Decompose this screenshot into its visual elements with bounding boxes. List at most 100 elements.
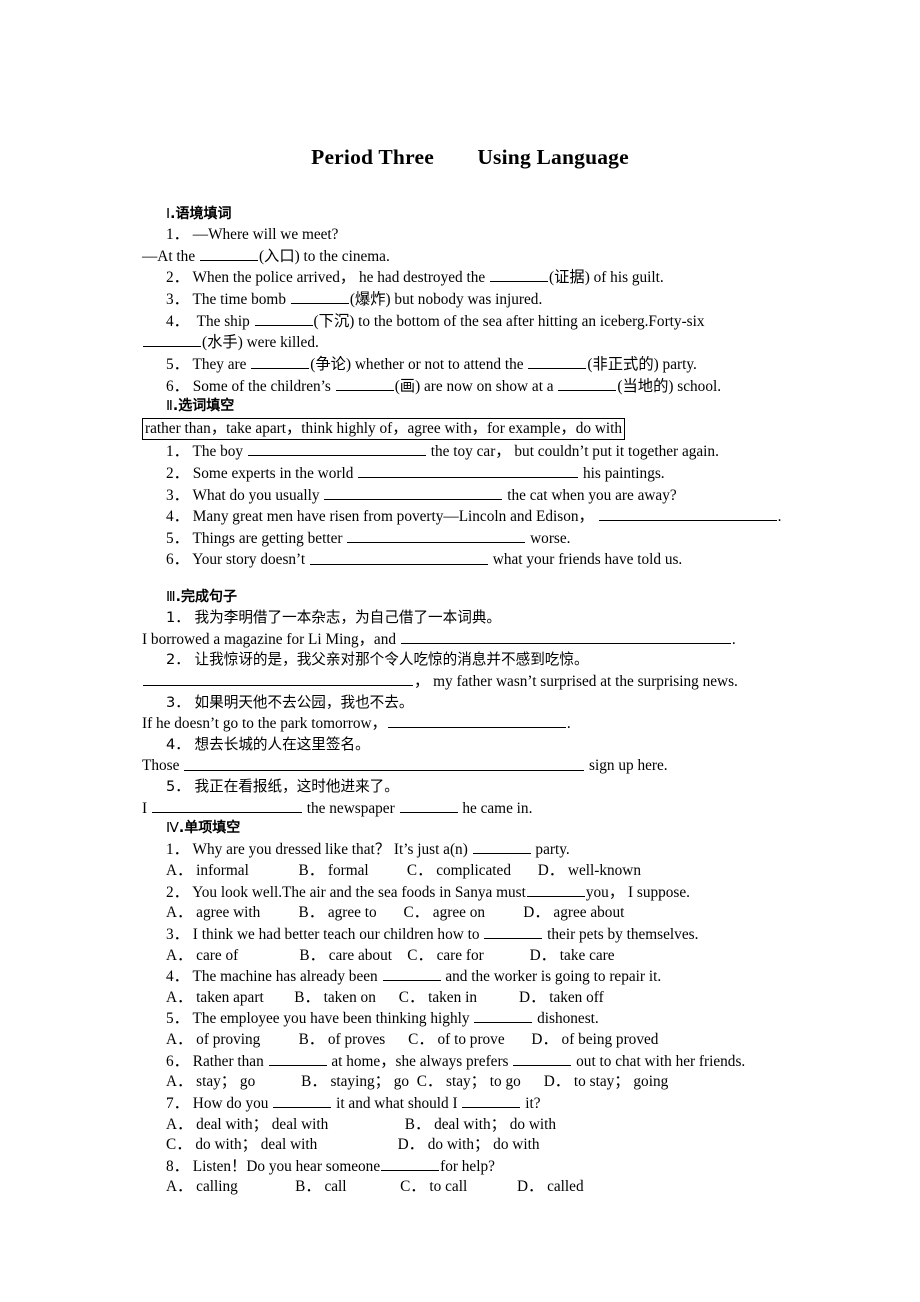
item-text: I think we had better teach our children…: [192, 925, 484, 943]
item-text: You look well.The air and the sea foods …: [192, 883, 526, 901]
item-number: 3．: [166, 925, 189, 943]
option-row[interactable]: A． deal with； deal with B． deal with； do…: [142, 1115, 798, 1136]
item-number: 1．: [166, 841, 189, 859]
option-row[interactable]: A． calling B． call C． to call D． called: [142, 1177, 798, 1198]
answer-blank[interactable]: [382, 966, 441, 982]
option-row[interactable]: A． informal B． formal C． complicated D． …: [142, 861, 798, 882]
item-continuation: (水手) were killed.: [142, 332, 798, 354]
item-text: Things are getting better: [192, 529, 347, 547]
item-text: They are: [192, 355, 251, 373]
item-text: —At the: [142, 247, 199, 265]
item-text: ， my father wasn’t surprised at the surp…: [414, 673, 738, 691]
answer-blank[interactable]: [347, 528, 526, 543]
question-item: 2． When the police arrived， he had destr…: [142, 267, 798, 289]
answer-blank[interactable]: [247, 441, 426, 457]
answer-blank[interactable]: [472, 839, 531, 855]
answer-blank[interactable]: [324, 485, 503, 500]
item-number: 2．: [166, 464, 189, 482]
section-2-numeral: Ⅱ: [166, 399, 173, 415]
item-number: 2．: [166, 269, 189, 287]
item-text: .: [731, 630, 736, 648]
item-number: 1．: [166, 226, 189, 243]
question-item: If he doesn’t go to the park tomorrow，.: [142, 713, 798, 735]
item-text: Some experts in the world: [192, 464, 358, 482]
answer-blank[interactable]: [290, 289, 349, 304]
question-item: 1． —Where will we meet?: [142, 225, 798, 246]
item-text: Some of the children’s: [192, 377, 335, 395]
section-2: Ⅱ.选词填空 rather than，take apart，think high…: [142, 397, 798, 571]
option-row[interactable]: A． stay； go B． staying； go C． stay； to g…: [142, 1072, 798, 1093]
answer-blank[interactable]: [462, 1093, 521, 1108]
question-item-chinese: 1． 我为李明借了一本杂志，为自己借了一本词典。: [142, 608, 798, 629]
item-text: out to chat with her friends.: [572, 1052, 746, 1070]
question-item: 4． Many great men have risen from povert…: [142, 506, 798, 528]
item-text: 我正在看报纸，这时他进来了。: [194, 778, 399, 796]
answer-blank[interactable]: [143, 332, 201, 348]
answer-blank[interactable]: [490, 267, 548, 283]
item-number: 5．: [166, 529, 189, 547]
answer-blank[interactable]: [598, 506, 777, 522]
section-4-heading: Ⅳ.单项填空: [142, 819, 798, 838]
answer-blank[interactable]: [199, 246, 258, 261]
option-row[interactable]: C． do with； deal with D． do with； do wit…: [142, 1135, 798, 1156]
item-text: at home，she always prefers: [327, 1052, 513, 1070]
item-text: sign up here.: [585, 757, 668, 775]
answer-blank[interactable]: [526, 882, 585, 897]
page-title: Period Three Using Language: [311, 145, 629, 169]
item-text: Listen！Do you hear someone: [192, 1157, 381, 1175]
item-number: 2．: [166, 883, 189, 901]
item-text: party.: [531, 841, 570, 859]
item-text: Many great men have risen from poverty—L…: [192, 508, 598, 526]
answer-blank[interactable]: [528, 354, 587, 369]
question-item: 2． You look well.The air and the sea foo…: [142, 882, 798, 904]
answer-blank[interactable]: [358, 463, 579, 478]
answer-blank[interactable]: [381, 1156, 440, 1171]
answer-blank[interactable]: [400, 629, 731, 644]
section-4: Ⅳ.单项填空 1． Why are you dressed like that？…: [142, 819, 798, 1198]
answer-blank[interactable]: [251, 354, 310, 369]
answer-blank[interactable]: [151, 798, 302, 813]
answer-blank[interactable]: [558, 376, 617, 391]
item-text: I: [142, 799, 151, 817]
question-item: 5． The employee you have been thinking h…: [142, 1008, 798, 1030]
section-1-title: .语境填词: [170, 206, 232, 222]
answer-blank[interactable]: [268, 1051, 327, 1066]
item-text: for help?: [440, 1157, 495, 1175]
answer-blank[interactable]: [309, 549, 488, 565]
item-text: The machine has already been: [192, 968, 382, 986]
answer-blank[interactable]: [273, 1093, 332, 1108]
item-number: 1．: [166, 443, 189, 461]
option-row[interactable]: A． of proving B． of proves C． of to prov…: [142, 1030, 798, 1051]
item-number: 4．: [166, 735, 190, 753]
answer-blank[interactable]: [254, 311, 313, 326]
answer-blank[interactable]: [387, 713, 566, 729]
item-number: 4．: [166, 968, 189, 986]
worksheet-page: Period Three Using Language Ⅰ.语境填词 1． —W…: [0, 0, 920, 1302]
item-number: 6．: [166, 377, 189, 395]
item-number: 2．: [166, 651, 190, 669]
answer-blank[interactable]: [474, 1008, 533, 1024]
item-text: and the worker is going to repair it.: [441, 968, 662, 986]
option-row[interactable]: A． care of B． care about C． care for D． …: [142, 946, 798, 967]
item-text: Rather than: [192, 1052, 268, 1070]
item-text: (下沉) to the bottom of the sea after hitt…: [313, 312, 709, 330]
question-item-chinese: 3． 如果明天他不去公园，我也不去。: [142, 693, 798, 714]
item-number: 3．: [166, 693, 190, 711]
answer-blank[interactable]: [184, 755, 585, 771]
item-text: his paintings.: [579, 464, 665, 482]
answer-blank[interactable]: [399, 798, 458, 813]
option-row[interactable]: A． agree with B． agree to C． agree on D．…: [142, 903, 798, 924]
item-text: When the police arrived， he had destroye…: [192, 269, 489, 287]
question-item: I borrowed a magazine for Li Ming，and .: [142, 629, 798, 651]
item-text: How do you: [192, 1094, 273, 1112]
item-number: 3．: [166, 486, 189, 504]
answer-blank[interactable]: [143, 671, 413, 687]
option-row[interactable]: A． taken apart B． taken on C． taken in D…: [142, 988, 798, 1009]
answer-blank[interactable]: [484, 924, 543, 939]
item-text: What do you usually: [192, 486, 324, 504]
item-text: he came in.: [458, 799, 533, 817]
question-item: 7． How do you it and what should I it?: [142, 1093, 798, 1115]
answer-blank[interactable]: [513, 1051, 572, 1066]
answer-blank[interactable]: [335, 376, 394, 391]
item-text: The employee you have been thinking high…: [192, 1010, 474, 1028]
